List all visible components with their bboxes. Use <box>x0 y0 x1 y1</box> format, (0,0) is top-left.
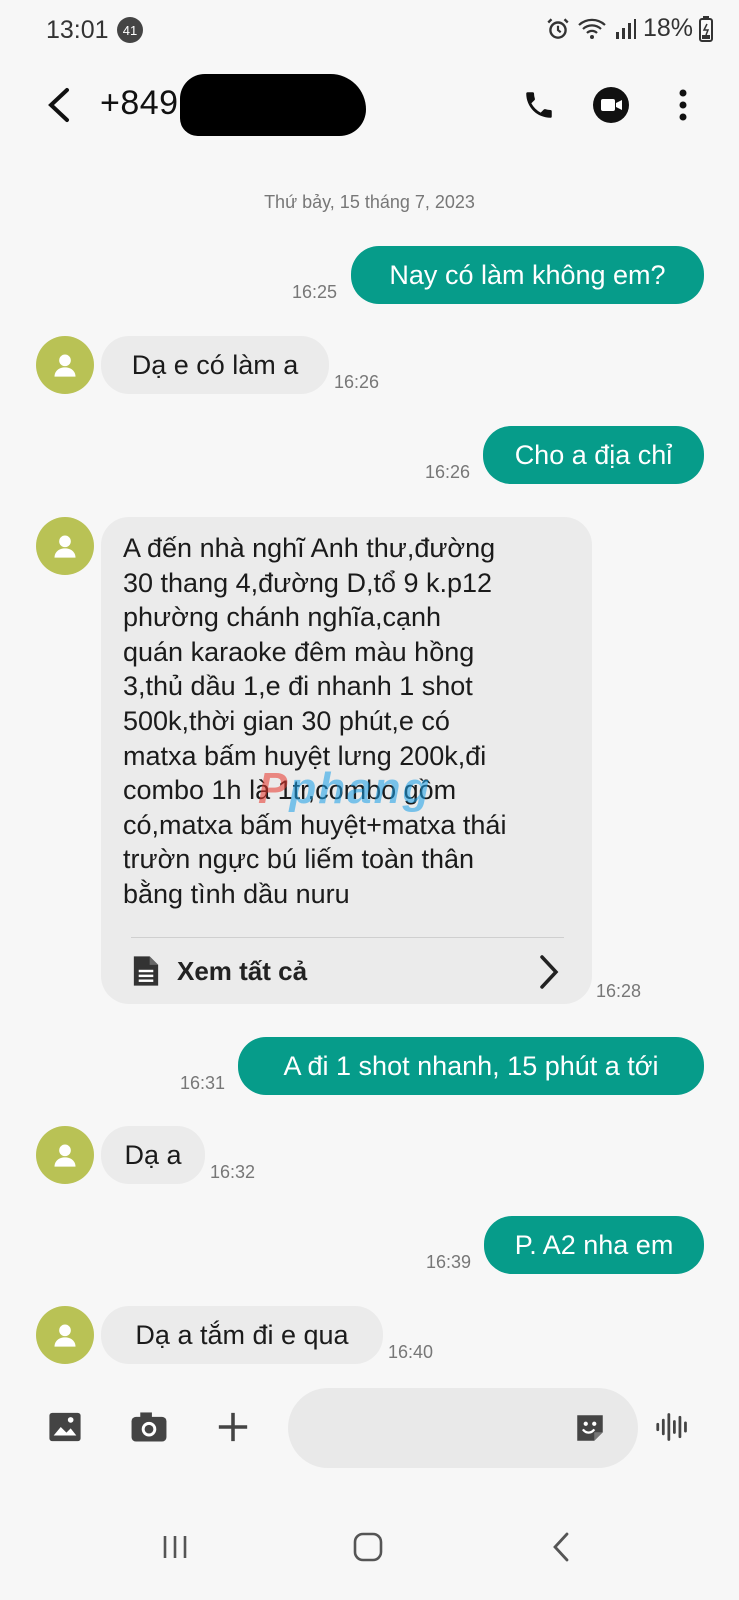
back-arrow-icon[interactable] <box>34 80 84 130</box>
message-row: 16:26 Cho a địa chỉ <box>0 426 739 486</box>
message-row: 16:25 Nay có làm không em? <box>0 246 739 306</box>
gallery-icon[interactable] <box>42 1404 88 1450</box>
person-icon <box>54 1144 76 1167</box>
message-time: 16:25 <box>292 282 338 302</box>
see-all-button[interactable]: Xem tất cả <box>131 937 564 1004</box>
person-icon <box>54 354 76 377</box>
message-composer <box>0 1380 739 1480</box>
video-call-icon[interactable] <box>591 82 631 128</box>
message-time: 16:31 <box>180 1073 226 1093</box>
message-row: Dạ a tắm đi e qua 16:40 <box>0 1306 739 1366</box>
contact-number[interactable]: +849 <box>100 84 179 123</box>
incoming-message-bubble[interactable]: Dạ a <box>101 1126 205 1184</box>
notification-count-badge: 41 <box>117 17 143 43</box>
outgoing-message-bubble[interactable]: Nay có làm không em? <box>351 246 704 304</box>
incoming-message-bubble[interactable]: Dạ e có làm a <box>101 336 329 394</box>
recents-icon[interactable] <box>145 1522 205 1572</box>
person-icon <box>54 1324 76 1347</box>
redaction-mark <box>180 74 366 136</box>
message-row: A đến nhà nghĩ Anh thư,đường 30 thang 4,… <box>0 517 739 1005</box>
message-time: 16:39 <box>426 1252 472 1272</box>
voice-icon[interactable] <box>650 1404 696 1450</box>
date-separator: Thứ bảy, 15 tháng 7, 2023 <box>264 192 475 212</box>
message-time: 16:32 <box>210 1162 256 1182</box>
sticker-icon[interactable] <box>568 1406 612 1450</box>
message-time: 16:26 <box>425 462 471 482</box>
message-time: 16:40 <box>388 1342 434 1362</box>
camera-icon[interactable] <box>126 1404 172 1450</box>
document-icon <box>133 956 159 986</box>
chevron-right-icon <box>540 955 559 989</box>
outgoing-message-bubble[interactable]: P. A2 nha em <box>484 1216 704 1274</box>
message-time: 16:28 <box>596 981 642 1001</box>
see-all-label: Xem tất cả <box>177 955 308 986</box>
status-bar: 13:01 41 18% <box>0 0 739 62</box>
person-icon <box>54 535 76 558</box>
message-input-box[interactable] <box>288 1388 638 1468</box>
more-vert-icon[interactable] <box>663 82 703 128</box>
message-text: A đến nhà nghĩ Anh thư,đường 30 thang 4,… <box>123 533 507 909</box>
home-icon[interactable] <box>338 1522 398 1572</box>
contact-avatar[interactable] <box>36 1306 94 1364</box>
add-icon[interactable] <box>210 1404 256 1450</box>
message-input[interactable] <box>314 1408 568 1450</box>
message-row: 16:31 A đi 1 shot nhanh, 15 phút a tới <box>0 1037 739 1097</box>
status-time: 13:01 <box>46 16 109 44</box>
contact-avatar[interactable] <box>36 1126 94 1184</box>
contact-avatar[interactable] <box>36 517 94 575</box>
message-row: Dạ a 16:32 <box>0 1126 739 1186</box>
phone-icon[interactable] <box>519 82 559 128</box>
incoming-message-bubble[interactable]: A đến nhà nghĩ Anh thư,đường 30 thang 4,… <box>101 517 592 1004</box>
outgoing-message-bubble[interactable]: Cho a địa chỉ <box>483 426 704 484</box>
message-time: 16:26 <box>334 372 380 392</box>
incoming-message-bubble[interactable]: Dạ a tắm đi e qua <box>101 1306 383 1364</box>
conversation-header: +849 <box>0 62 739 152</box>
alarm-icon <box>545 16 571 42</box>
message-row: 16:39 P. A2 nha em <box>0 1216 739 1276</box>
outgoing-message-bubble[interactable]: A đi 1 shot nhanh, 15 phút a tới <box>238 1037 704 1095</box>
wifi-icon <box>577 16 607 42</box>
contact-avatar[interactable] <box>36 336 94 394</box>
back-icon[interactable] <box>531 1522 591 1572</box>
signal-icon <box>613 17 637 41</box>
message-row: Dạ e có làm a 16:26 <box>0 336 739 396</box>
system-navigation-bar <box>0 1500 739 1600</box>
battery-percent: 18% <box>642 14 693 42</box>
battery-icon <box>699 15 713 42</box>
